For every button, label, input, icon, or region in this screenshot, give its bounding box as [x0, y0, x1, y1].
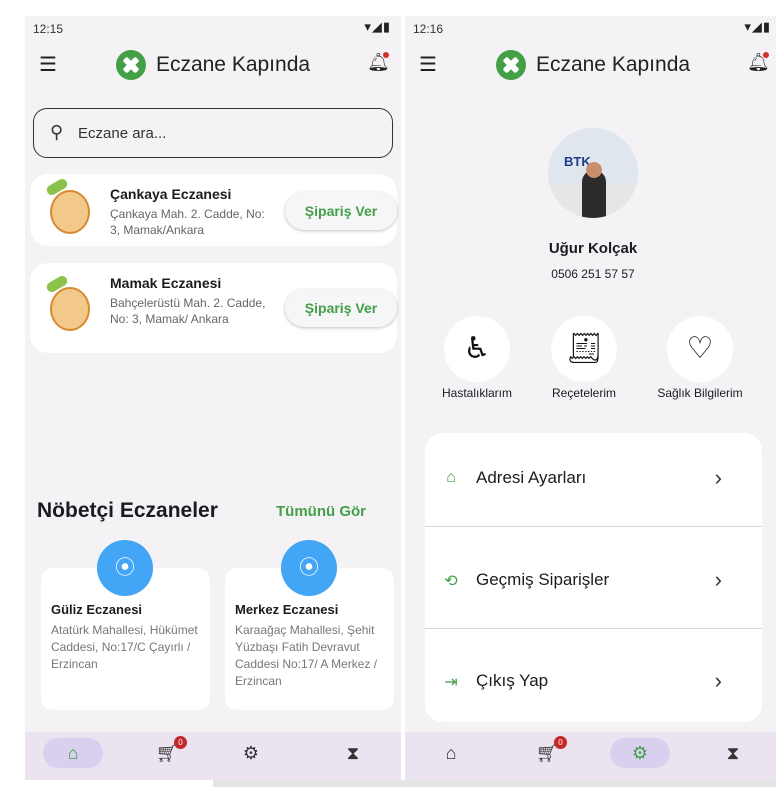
quick-action-label: Reçetelerim: [551, 386, 617, 400]
profile-name: Uğur Kolçak: [548, 240, 638, 257]
app-title: Eczane Kapında: [155, 53, 311, 76]
pharmacy-card[interactable]: Çankaya Eczanesi Çankaya Mah. 2. Cadde, …: [30, 174, 397, 246]
app-brand: Eczane Kapında: [405, 50, 776, 80]
pharmacy-card[interactable]: Mamak Eczanesi Bahçelerüstü Mah. 2. Cadd…: [30, 263, 397, 353]
nav-cart-icon[interactable]: 🛒︎ 0: [517, 736, 577, 768]
app-bar: ☰ Eczane Kapında 🔔︎: [405, 46, 776, 86]
screenshot-canvas: 12:15 ▾◢▮ ☰ Eczane Kapında 🔔︎ ⚲ Çankaya …: [0, 0, 776, 787]
status-bar: 12:16 ▾◢▮: [405, 16, 776, 42]
profile-phone: 0506 251 57 57: [551, 267, 635, 281]
divider: [425, 628, 762, 629]
nav-hourglass-icon[interactable]: ⧗: [323, 738, 383, 768]
notification-dot: [763, 52, 769, 58]
patient-icon[interactable]: ♿︎: [444, 316, 510, 382]
order-button[interactable]: Şipariş Ver: [285, 289, 397, 327]
order-button[interactable]: Şipariş Ver: [285, 192, 397, 230]
profile-screen: 12:16 ▾◢▮ ☰ Eczane Kapında 🔔︎ BTK Uğur K…: [405, 16, 776, 780]
duty-pharmacies-title: Nöbetçi Eczaneler: [37, 499, 218, 522]
notification-dot: [383, 52, 389, 58]
quick-action-label: Sağlık Bilgilerim: [657, 386, 743, 400]
bottom-nav: ⌂ 🛒︎ 0 ⚙ ⧗: [25, 732, 401, 780]
settings-row-logout[interactable]: ⇥ Çıkış Yap ›: [425, 636, 762, 722]
logout-icon: ⇥: [444, 674, 458, 691]
search-icon: ⚲: [50, 122, 64, 142]
heart-icon[interactable]: ♡: [667, 316, 733, 382]
settings-list: ⌂ Adresi Ayarları › ⟲ Geçmiş Siparişler …: [425, 433, 762, 722]
app-title: Eczane Kapında: [535, 53, 691, 76]
search-bar[interactable]: ⚲: [33, 108, 393, 158]
settings-label: Geçmiş Siparişler: [476, 570, 610, 589]
duty-pharmacy-name: Merkez Eczanesi: [235, 602, 339, 617]
location-pin-icon[interactable]: ⦿: [97, 540, 153, 596]
duty-pharmacy-address: Atatürk Mahallesi, Hükümet Caddesi, No:1…: [51, 623, 198, 671]
settings-row-order-history[interactable]: ⟲ Geçmiş Siparişler ›: [425, 535, 762, 631]
app-bar: ☰ Eczane Kapında 🔔︎: [25, 46, 401, 86]
bottom-nav: ⌂ 🛒︎ 0 ⚙ ⧗: [405, 732, 776, 780]
settings-row-address[interactable]: ⌂ Adresi Ayarları ›: [425, 433, 762, 529]
notification-bell-icon[interactable]: 🔔︎: [367, 52, 390, 74]
status-bar: 12:15 ▾◢▮: [25, 16, 401, 42]
nav-cart-icon[interactable]: 🛒︎ 0: [137, 736, 197, 768]
settings-label: Çıkış Yap: [476, 671, 549, 690]
cart-badge: 0: [554, 736, 567, 749]
pharmacy-address: Bahçelerüstü Mah. 2. Cadde, No: 3, Mamak…: [110, 296, 266, 326]
cart-badge: 0: [174, 736, 187, 749]
receipt-icon[interactable]: 🧾︎: [551, 316, 617, 382]
chevron-right-icon: ›: [714, 465, 722, 490]
settings-label: Adresi Ayarları: [476, 468, 587, 487]
bottom-strip: [0, 780, 776, 787]
duty-pharmacy-name: Güliz Eczanesi: [51, 602, 143, 617]
history-icon: ⟲: [444, 573, 458, 590]
status-time: 12:16: [413, 22, 444, 36]
nav-profile-settings-icon[interactable]: ⚙: [610, 738, 670, 768]
pharmacy-address: Çankaya Mah. 2. Cadde, No: 3, Mamak/Anka…: [110, 207, 265, 237]
notification-bell-icon[interactable]: 🔔︎: [747, 52, 770, 74]
chevron-right-icon: ›: [714, 567, 722, 592]
pharmacy-name: Çankaya Eczanesi: [110, 186, 232, 202]
search-input[interactable]: [78, 121, 378, 145]
home-icon: ⌂: [446, 469, 456, 486]
pharmacy-name: Mamak Eczanesi: [110, 275, 222, 291]
system-status-icons: ▾◢▮: [364, 19, 391, 34]
status-time: 12:15: [33, 22, 64, 36]
duty-pharmacy-address: Karaağaç Mahallesi, Şehit Yüzbaşı Fatih …: [235, 623, 378, 688]
home-screen: 12:15 ▾◢▮ ☰ Eczane Kapında 🔔︎ ⚲ Çankaya …: [25, 16, 401, 780]
location-pin-icon[interactable]: ⦿: [281, 540, 337, 596]
quick-action-label: Hastalıklarım: [441, 386, 512, 400]
app-logo-icon: [495, 50, 526, 80]
see-all-link[interactable]: Tümünü Gör: [276, 503, 366, 520]
chevron-right-icon: ›: [714, 668, 722, 693]
pharmacist-avatar: [42, 177, 98, 240]
nav-hourglass-icon[interactable]: ⧗: [703, 738, 763, 768]
divider: [425, 526, 762, 527]
app-brand: Eczane Kapında: [25, 50, 401, 80]
nav-home-icon[interactable]: ⌂: [421, 738, 481, 768]
system-status-icons: ▾◢▮: [744, 19, 771, 34]
pharmacist-avatar: [42, 274, 98, 337]
profile-photo[interactable]: BTK: [548, 128, 638, 218]
nav-profile-settings-icon[interactable]: ⚙: [221, 738, 281, 768]
nav-home-icon[interactable]: ⌂: [43, 738, 103, 768]
app-logo-icon: [115, 50, 146, 80]
